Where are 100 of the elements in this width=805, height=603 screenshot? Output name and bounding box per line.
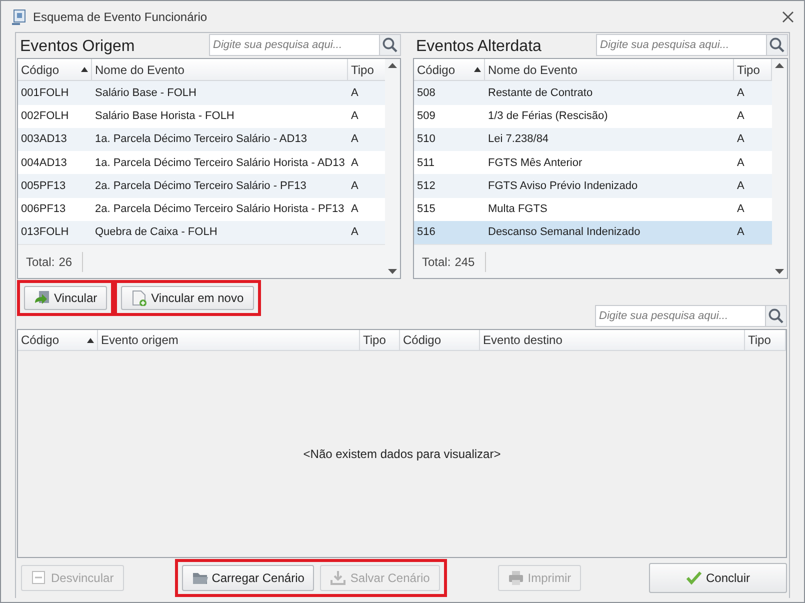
column-header[interactable]: Código [400, 330, 480, 350]
table-row[interactable]: 512 FGTS Aviso Prévio Indenizado A [414, 174, 772, 198]
table-cell-text: FGTS Mês Anterior [487, 156, 584, 169]
table-cell-text: 005PF13 [20, 180, 67, 192]
search-field[interactable]: Digite sua pesquisa aqui... [209, 34, 379, 56]
table-cell-text: 1a. Parcela Décimo Terceiro Salário Horista - AD13 [94, 156, 346, 169]
table-cell-text: A [350, 133, 360, 146]
table-row[interactable]: 515 Multa FGTS A [414, 198, 772, 221]
document-arrow-icon [34, 290, 50, 306]
check-icon [686, 570, 702, 586]
table-cell-text: 1a. Parcela Décimo Terceiro Salário - AD13 [94, 133, 308, 146]
table-row[interactable]: 001FOLH Salário Base - FOLH A [18, 81, 385, 105]
sort-icon[interactable] [81, 67, 88, 72]
sort-icon[interactable] [87, 338, 94, 342]
table-row[interactable]: 006PF13 2a. Parcela Décimo Terceiro Salário Horista - PF13 A [18, 198, 385, 221]
scroll-up-icon[interactable] [388, 63, 397, 68]
minus-box-icon [31, 570, 47, 586]
close-icon[interactable] [782, 10, 794, 22]
table-cell-text: A [350, 203, 360, 216]
empty-message: <Não existem dados para visualizar> [303, 447, 501, 461]
table-cell-text: 511 [416, 156, 436, 169]
table-cell-text: 2a. Parcela Décimo Terceiro Salário - PF13 [94, 180, 308, 192]
table-row[interactable]: 002FOLH Salário Base Horista - FOLH A [18, 104, 385, 128]
search-field[interactable]: Digite sua pesquisa aqui... [595, 305, 765, 327]
search-button[interactable] [766, 34, 788, 56]
table-cell-text: Restante de Contrato [487, 86, 594, 99]
printer-icon [508, 570, 524, 586]
search-button[interactable] [379, 34, 401, 56]
table-cell-text: A [736, 203, 746, 216]
column-header[interactable]: Nome do Evento [485, 59, 734, 80]
table-cell-text: A [350, 180, 360, 192]
confirm-button[interactable]: Concluir [649, 563, 787, 593]
table-cell-text: Salário Base - FOLH [94, 86, 198, 99]
table-cell-text: 001FOLH [20, 86, 70, 99]
scroll-down-icon[interactable] [388, 269, 397, 274]
link-button[interactable]: Vincular [24, 286, 108, 310]
table-cell-text: 003AD13 [20, 133, 68, 146]
table-row[interactable]: 013FOLH Quebra de Caixa - FOLH A [18, 220, 385, 244]
panel-title: Eventos Alterdata [416, 38, 542, 56]
total-count: 26 [58, 254, 72, 269]
toolbar-button[interactable]: Carregar Cenário [182, 565, 314, 591]
download-icon [330, 570, 346, 586]
table-row[interactable]: 516 Descanso Semanal Indenizado A [414, 220, 772, 244]
table-row[interactable]: 510 Lei 7.238/84 A [414, 128, 772, 152]
table-row[interactable]: 003AD13 1a. Parcela Décimo Terceiro Salário - AD13 A [18, 128, 385, 152]
table-cell-text: A [350, 226, 360, 238]
scrollbar[interactable] [385, 59, 400, 278]
column-header[interactable]: Tipo [360, 330, 400, 350]
table-cell-text: 002FOLH [20, 110, 70, 122]
table-cell-text: A [736, 110, 746, 122]
table-row[interactable]: 005PF13 2a. Parcela Décimo Terceiro Salário - PF13 A [18, 174, 385, 198]
search-field[interactable]: Digite sua pesquisa aqui... [596, 34, 766, 56]
column-header[interactable]: Código [18, 330, 98, 350]
table-cell-text: Quebra de Caixa - FOLH [94, 226, 218, 238]
table-cell-text: 1/3 de Férias (Rescisão) [487, 110, 609, 122]
table-cell-text: A [350, 110, 360, 122]
sort-icon[interactable] [474, 67, 481, 72]
table-cell-text: 515 [416, 203, 436, 216]
table-cell-text: A [736, 156, 746, 169]
table-cell-text: 013FOLH [20, 226, 70, 238]
column-header[interactable]: Evento origem [98, 330, 360, 350]
total-label: Total: [422, 254, 451, 269]
table-cell-text: 512 [416, 180, 436, 192]
app-icon [11, 8, 27, 24]
total-count: 245 [454, 254, 475, 269]
table-cell-text: A [350, 86, 360, 99]
scroll-up-icon[interactable] [775, 63, 784, 68]
table-row[interactable]: 511 FGTS Mês Anterior A [414, 151, 772, 174]
table-cell-text: Multa FGTS [487, 203, 548, 216]
table-cell-text: Lei 7.238/84 [487, 133, 550, 146]
table-cell-text: Salário Base Horista - FOLH [94, 110, 236, 122]
table-cell-text: A [736, 226, 746, 238]
table-row[interactable]: 508 Restante de Contrato A [414, 81, 772, 105]
column-header[interactable]: Evento destino [480, 330, 745, 350]
table-cell-text: A [736, 86, 746, 99]
scrollbar[interactable] [772, 59, 787, 278]
window-title: Esquema de Evento Funcionário [33, 10, 208, 24]
table-cell-text: 2a. Parcela Décimo Terceiro Salário Horista - PF13 [94, 203, 346, 216]
total-label: Total: [26, 254, 55, 269]
table-cell-text: A [736, 133, 746, 146]
table-cell-text: 516 [416, 226, 436, 238]
search-icon [768, 308, 784, 324]
panel-title: Eventos Origem [20, 38, 135, 56]
search-icon [769, 37, 785, 53]
table-cell-text: 508 [416, 86, 436, 99]
table-cell-text: 006PF13 [20, 203, 67, 216]
column-header[interactable]: Nome do Evento [92, 59, 348, 80]
table-cell-text: 004AD13 [20, 156, 68, 169]
table-cell-text: FGTS Aviso Prévio Indenizado [487, 180, 639, 192]
column-header[interactable]: Código [18, 59, 92, 80]
table-cell-text: Descanso Semanal Indenizado [487, 226, 642, 238]
folder-icon [192, 570, 208, 586]
column-header[interactable]: Tipo [745, 330, 786, 350]
search-icon [382, 37, 398, 53]
search-button[interactable] [765, 305, 787, 327]
table-row[interactable]: 509 1/3 de Férias (Rescisão) A [414, 104, 772, 128]
table-row[interactable]: 004AD13 1a. Parcela Décimo Terceiro Salário Horista - AD13 A [18, 151, 385, 174]
link-new-button[interactable]: Vincular em novo [121, 286, 254, 310]
scroll-down-icon[interactable] [775, 269, 784, 274]
column-header[interactable]: Código [414, 59, 485, 80]
